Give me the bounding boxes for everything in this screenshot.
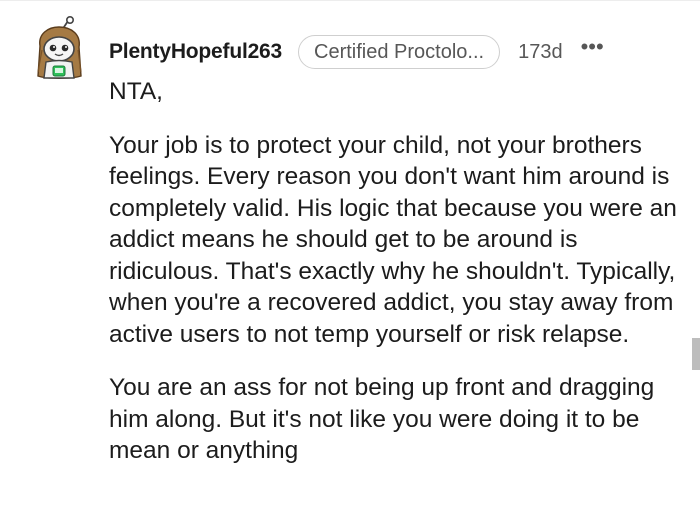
comment-paragraph: You are an ass for not being up front an…	[109, 374, 655, 464]
comment-body: NTA, Your job is to protect your child, …	[109, 76, 684, 467]
snoo-avatar-icon	[37, 15, 82, 79]
scrollbar-thumb[interactable]	[692, 338, 700, 370]
more-options-icon[interactable]: •••	[581, 36, 604, 58]
comment-header: PlentyHopeful263 Certified Proctolo... 1…	[109, 34, 604, 70]
user-flair-text: Certified Proctolo...	[314, 40, 485, 63]
comment: PlentyHopeful263 Certified Proctolo... 1…	[0, 0, 700, 523]
comment-paragraph: Your job is to protect your child, not y…	[109, 131, 677, 348]
comment-age: 173d	[518, 40, 563, 63]
comment-paragraph: NTA,	[109, 78, 163, 105]
user-avatar-icon[interactable]	[32, 15, 86, 82]
user-flair-badge[interactable]: Certified Proctolo...	[298, 35, 501, 69]
username[interactable]: PlentyHopeful263	[109, 40, 282, 64]
